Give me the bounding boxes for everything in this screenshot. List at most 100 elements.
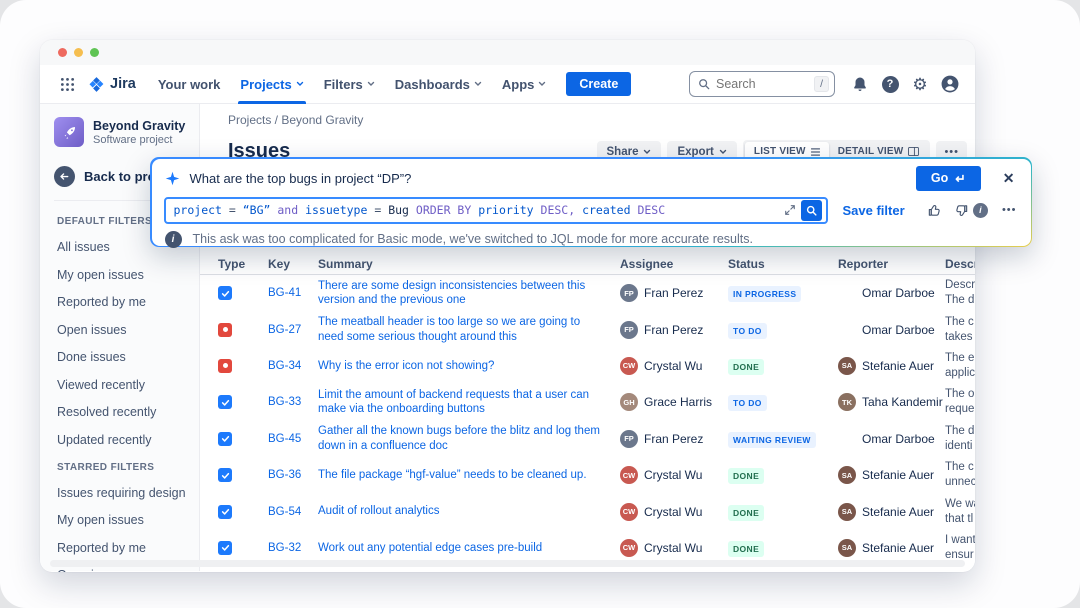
chevron-down-icon [474, 80, 482, 88]
issue-key-link[interactable]: BG-36 [268, 469, 318, 481]
description-cell: I wantensur [945, 533, 975, 563]
type-cell [218, 468, 268, 482]
issue-key-link[interactable]: BG-34 [268, 360, 318, 372]
close-icon[interactable]: ✕ [1003, 170, 1015, 187]
reporter-name: Omar Darboe [862, 323, 935, 337]
notifications-bell-icon[interactable] [847, 71, 873, 97]
return-key-icon: ↵ [955, 171, 965, 186]
sidebar-item-my-open-issues[interactable]: My open issues [57, 513, 199, 527]
description-line: reque [945, 402, 975, 417]
column-header-reporter: Reporter [838, 257, 945, 271]
issue-key-link[interactable]: BG-41 [268, 287, 318, 299]
jql-search-button[interactable] [801, 200, 822, 221]
table-row: BG-41There are some design inconsistenci… [200, 275, 975, 311]
sidebar-item-resolved-recently[interactable]: Resolved recently [57, 405, 199, 419]
column-header-summary: Summary [318, 257, 620, 271]
issue-summary-link[interactable]: Work out any potential edge cases pre-bu… [318, 541, 620, 556]
status-badge: TO DO [728, 395, 767, 411]
horizontal-scrollbar[interactable] [50, 560, 965, 567]
go-button[interactable]: Go ↵ [916, 166, 981, 191]
create-button[interactable]: Create [566, 72, 631, 96]
detail-view-icon [908, 147, 919, 156]
breadcrumb[interactable]: Projects / Beyond Gravity [228, 113, 975, 127]
reporter-cell: TKTaha Kandemir [838, 393, 945, 411]
issue-summary-link[interactable]: The meatball header is too large so we a… [318, 315, 620, 344]
notice-info-icon: i [165, 231, 182, 248]
description-cell: The cunnec [945, 460, 975, 490]
sidebar-item-my-open-issues[interactable]: My open issues [57, 268, 199, 282]
description-line: The e [945, 351, 975, 366]
assignee-name: Crystal Wu [644, 359, 702, 373]
status-badge: DONE [728, 468, 764, 484]
jql-input[interactable]: project = “BG” and issuetype = Bug ORDER… [164, 197, 828, 224]
column-header-status: Status [728, 257, 838, 271]
sidebar-item-open-issues[interactable]: Open issues [57, 568, 199, 572]
issue-key-link[interactable]: BG-45 [268, 433, 318, 445]
issue-key-link[interactable]: BG-33 [268, 396, 318, 408]
nav-item-filters[interactable]: Filters [314, 65, 385, 104]
issue-summary-link[interactable]: The file package “hgf-value” needs to be… [318, 468, 620, 483]
expand-icon[interactable] [784, 204, 796, 216]
issue-summary-link[interactable]: There are some design inconsistencies be… [318, 279, 620, 308]
traffic-light-zoom[interactable] [90, 48, 99, 57]
sidebar-item-open-issues[interactable]: Open issues [57, 323, 199, 337]
description-line: unnec [945, 475, 975, 490]
profile-avatar-icon[interactable] [937, 71, 963, 97]
jql-token-value: Bug [381, 203, 409, 217]
thumbs-down-icon[interactable] [954, 203, 969, 218]
info-icon[interactable]: i [973, 203, 988, 218]
chevron-down-icon [538, 80, 546, 88]
avatar: FP [620, 430, 638, 448]
search-shortcut-key: / [814, 76, 829, 92]
assignee-cell: FPFran Perez [620, 321, 728, 339]
issue-summary-link[interactable]: Limit the amount of backend requests tha… [318, 388, 620, 417]
description-cell: DescrThe d [945, 278, 975, 308]
settings-gear-icon[interactable]: ⚙ [907, 71, 933, 97]
search-input[interactable] [716, 77, 808, 91]
ai-more-button[interactable]: ••• [1002, 204, 1017, 216]
chevron-down-icon [367, 80, 375, 88]
description-line: The d [945, 424, 975, 439]
sidebar-item-updated-recently[interactable]: Updated recently [57, 433, 199, 447]
jql-token-field: priority [471, 203, 533, 217]
bug-type-icon [218, 323, 232, 337]
task-type-icon [218, 541, 232, 555]
traffic-light-close[interactable] [58, 48, 67, 57]
issue-key-link[interactable]: BG-32 [268, 542, 318, 554]
nav-item-projects[interactable]: Projects [230, 65, 313, 104]
column-header-key: Key [268, 257, 318, 271]
sidebar-item-viewed-recently[interactable]: Viewed recently [57, 378, 199, 392]
assignee-name: Fran Perez [644, 286, 703, 300]
issue-summary-link[interactable]: Why is the error icon not showing? [318, 359, 620, 374]
nav-item-apps[interactable]: Apps [492, 65, 557, 104]
jql-token-string: “BG” [236, 203, 271, 217]
help-icon[interactable]: ? [877, 71, 903, 97]
reporter-name: Stefanie Auer [862, 505, 934, 519]
sidebar-item-reported-by-me[interactable]: Reported by me [57, 541, 199, 555]
nav-item-your-work[interactable]: Your work [148, 65, 231, 104]
avatar: CW [620, 357, 638, 375]
sidebar-item-issues-requiring-design[interactable]: Issues requiring design [57, 486, 199, 500]
issue-summary-link[interactable]: Audit of rollout analytics [318, 504, 620, 519]
app-switcher-icon[interactable] [54, 71, 80, 97]
jql-token-field: issuetype [298, 203, 367, 217]
traffic-light-minimize[interactable] [74, 48, 83, 57]
jql-token-keyword: ORDER BY [409, 203, 471, 217]
issue-summary-link[interactable]: Gather all the known bugs before the bli… [318, 424, 620, 453]
global-search[interactable]: / [689, 71, 835, 97]
reporter-cell: SA Stefanie Auer [838, 503, 945, 521]
issue-key-link[interactable]: BG-54 [268, 506, 318, 518]
avatar: GH [620, 393, 638, 411]
issue-key-link[interactable]: BG-27 [268, 324, 318, 336]
save-filter-link[interactable]: Save filter [843, 203, 905, 218]
sidebar-item-reported-by-me[interactable]: Reported by me [57, 295, 199, 309]
nav-item-dashboards[interactable]: Dashboards [385, 65, 492, 104]
type-cell [218, 286, 268, 300]
jql-token-field: created [575, 203, 630, 217]
jira-logo[interactable]: Jira [84, 76, 144, 93]
thumbs-up-icon[interactable] [927, 203, 942, 218]
ai-question-text: What are the top bugs in project “DP”? [190, 171, 412, 186]
avatar: SA [838, 503, 856, 521]
avatar: SA [838, 539, 856, 557]
sidebar-item-done-issues[interactable]: Done issues [57, 350, 199, 364]
